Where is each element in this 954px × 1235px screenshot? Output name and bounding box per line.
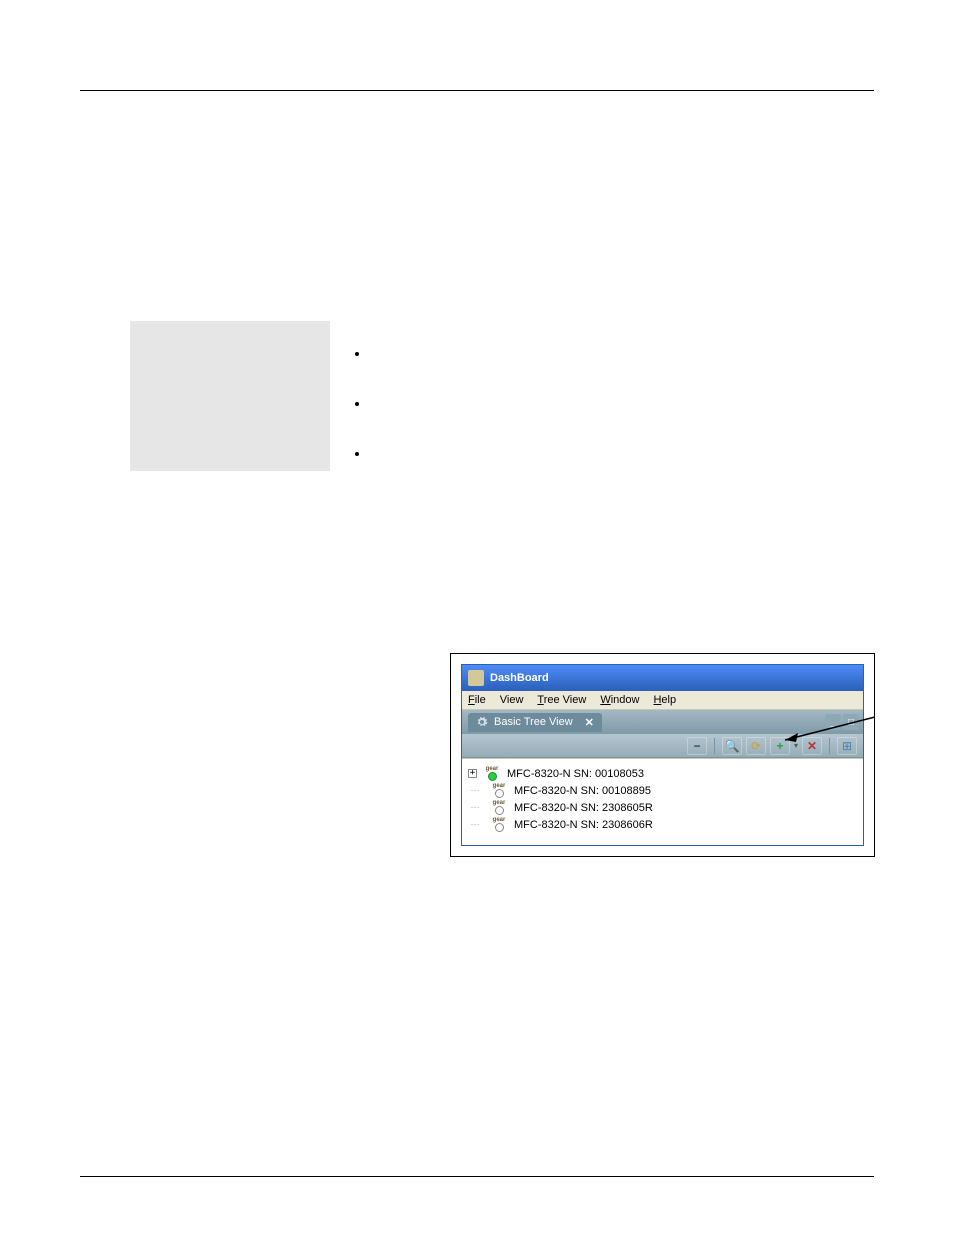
menu-bar: File View Tree View Window Help bbox=[462, 691, 863, 710]
menu-view[interactable]: View bbox=[500, 694, 524, 706]
status-dot-white-icon bbox=[495, 823, 504, 832]
window-titlebar[interactable]: DashBoard bbox=[462, 665, 863, 691]
tab-basic-tree-view[interactable]: Basic Tree View ✕ bbox=[468, 713, 602, 732]
menu-treeview[interactable]: Tree View bbox=[537, 694, 586, 706]
expand-icon[interactable]: + bbox=[468, 769, 477, 778]
menu-window[interactable]: Window bbox=[600, 694, 639, 706]
toolbar: − 🔍 ⟳ + ▾ ✕ ⊞ bbox=[462, 734, 863, 758]
tree-item[interactable]: + gear MFC-8320-N SN: 00108053 bbox=[466, 765, 859, 782]
status-dot-white-icon bbox=[495, 806, 504, 815]
app-icon bbox=[468, 670, 484, 686]
tree-item[interactable]: ⋯ gear MFC-8320-N SN: 2308605R bbox=[466, 799, 859, 816]
tab-label: Basic Tree View bbox=[494, 716, 573, 728]
gear-badge-icon: gear bbox=[488, 800, 510, 815]
delete-button[interactable]: ✕ bbox=[802, 737, 822, 755]
layout-button[interactable]: ⊞ bbox=[837, 737, 857, 755]
placeholder-image-box bbox=[130, 321, 330, 471]
status-dot-green-icon bbox=[488, 772, 497, 781]
gear-badge-icon: gear bbox=[481, 766, 503, 781]
menu-file[interactable]: File bbox=[468, 694, 486, 706]
gear-badge-icon: gear bbox=[488, 817, 510, 832]
tree-item[interactable]: ⋯ gear MFC-8320-N SN: 00108895 bbox=[466, 782, 859, 799]
tree-connector-icon: ⋯ bbox=[466, 785, 484, 796]
tab-maximize-icon[interactable]: □ bbox=[843, 714, 859, 730]
tree-item-label: MFC-8320-N SN: 00108895 bbox=[514, 785, 651, 797]
collapse-button[interactable]: − bbox=[687, 737, 707, 755]
tab-bar: Basic Tree View ✕ _ □ bbox=[462, 710, 863, 734]
toolbar-separator bbox=[829, 738, 830, 754]
tree-item-label: MFC-8320-N SN: 2308606R bbox=[514, 819, 653, 831]
refresh-button[interactable]: ⟳ bbox=[746, 737, 766, 755]
bottom-rule bbox=[80, 1176, 874, 1177]
toolbar-separator bbox=[714, 738, 715, 754]
tree-item[interactable]: ⋯ gear MFC-8320-N SN: 2308606R bbox=[466, 816, 859, 833]
top-rule bbox=[80, 90, 874, 91]
menu-help[interactable]: Help bbox=[653, 694, 676, 706]
tree-item-label: MFC-8320-N SN: 00108053 bbox=[507, 768, 644, 780]
screenshot-frame: DashBoard File View Tree View Window Hel… bbox=[450, 653, 875, 857]
tree-connector-icon: ⋯ bbox=[466, 802, 484, 813]
tree-view: + gear MFC-8320-N SN: 00108053 ⋯ gear bbox=[462, 758, 863, 845]
tab-close-icon[interactable]: ✕ bbox=[585, 716, 594, 729]
window-title: DashBoard bbox=[490, 672, 549, 684]
tab-minimize-icon[interactable]: _ bbox=[825, 714, 841, 730]
tree-connector-icon: ⋯ bbox=[466, 819, 484, 830]
status-dot-white-icon bbox=[495, 789, 504, 798]
search-button[interactable]: 🔍 bbox=[722, 737, 742, 755]
gear-badge-icon: gear bbox=[488, 783, 510, 798]
add-button[interactable]: + bbox=[770, 737, 790, 755]
dropdown-caret-icon[interactable]: ▾ bbox=[794, 741, 798, 750]
gear-icon bbox=[476, 716, 488, 728]
dashboard-window: DashBoard File View Tree View Window Hel… bbox=[461, 664, 864, 846]
tree-item-label: MFC-8320-N SN: 2308605R bbox=[514, 802, 653, 814]
